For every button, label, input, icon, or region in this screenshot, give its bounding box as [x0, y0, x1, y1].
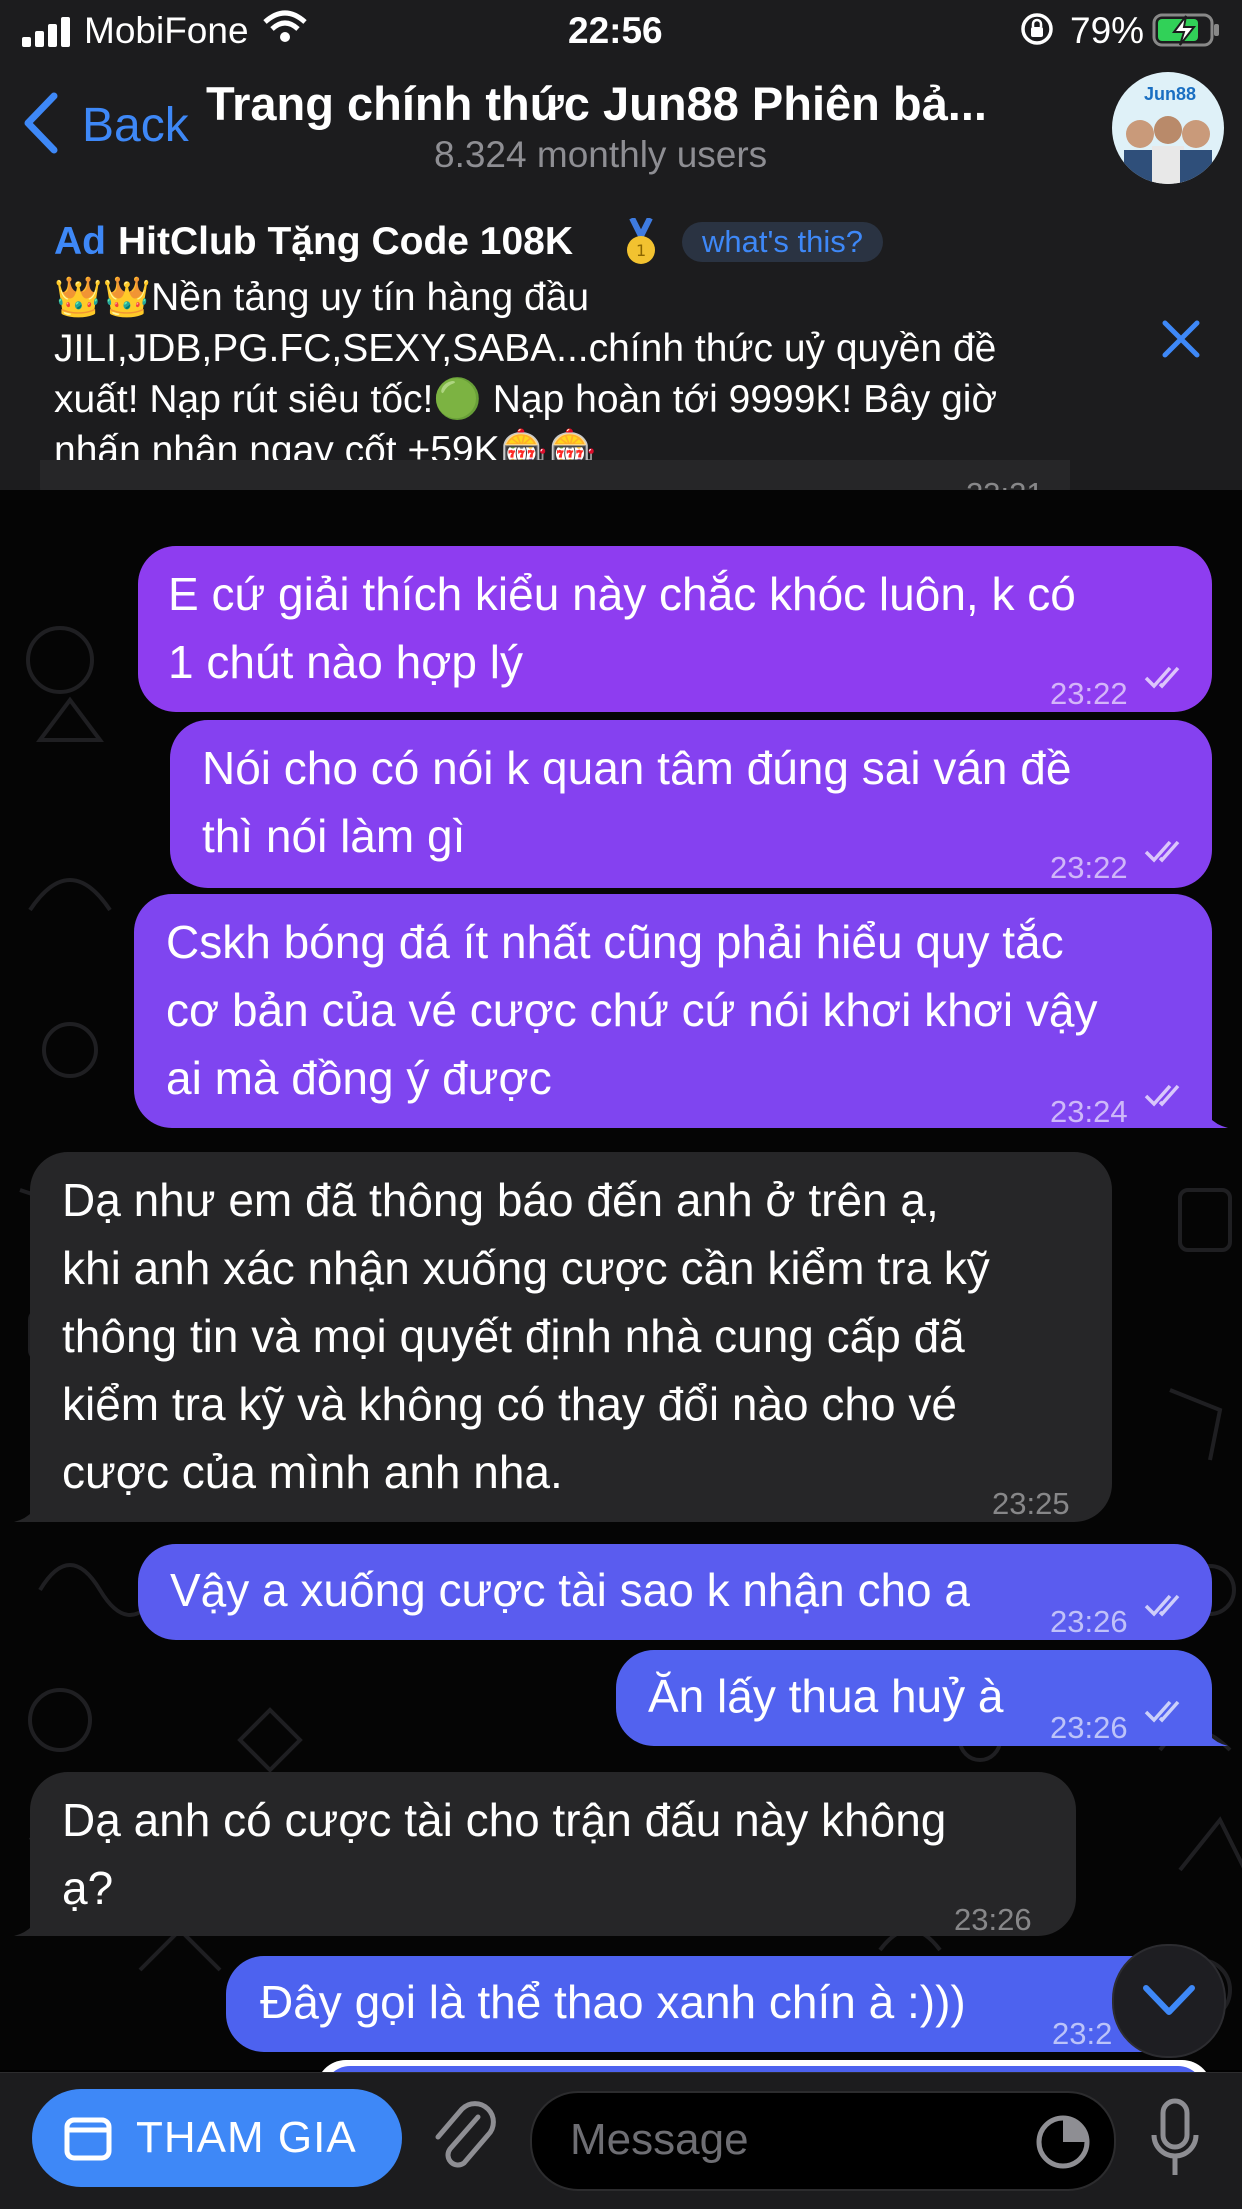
message-text: Ăn lấy thua huỷ à	[648, 1670, 1004, 1722]
chevron-down-icon	[1143, 1985, 1195, 2015]
sticker-icon[interactable]	[1034, 2113, 1092, 2171]
message-bubble-outgoing[interactable]: E cứ giải thích kiểu này chắc khóc luôn,…	[138, 546, 1212, 712]
carrier-name: MobiFone	[84, 10, 249, 51]
bubble-tail	[1200, 1096, 1228, 1128]
scroll-to-bottom-button[interactable]	[1112, 1944, 1226, 2058]
double-check-icon	[1144, 840, 1180, 863]
medal-icon: 1	[624, 216, 658, 268]
message-time: 23:22	[1050, 676, 1128, 711]
message-text: Nói cho có nói k quan tâm đúng sai ván đ…	[202, 742, 1072, 862]
message-text: Vậy a xuống cược tài sao k nhận cho a	[170, 1564, 970, 1616]
double-check-icon	[1144, 1700, 1180, 1723]
message-text: Dạ như em đã thông báo đến anh ở trên ạ,…	[62, 1174, 990, 1498]
message-time: 23:2	[1052, 2016, 1113, 2051]
message-time: 23:24	[1050, 1094, 1128, 1129]
message-text: E cứ giải thích kiểu này chắc khóc luôn,…	[168, 568, 1076, 688]
chat-mask	[0, 490, 1242, 526]
bubble-tail	[14, 1490, 42, 1522]
message-bubble-incoming[interactable]: Dạ như em đã thông báo đến anh ở trên ạ,…	[30, 1152, 1112, 1522]
battery-percent: 79%	[1070, 10, 1145, 51]
sponsored-ad[interactable]: Ad HitClub Tặng Code 108K 1 what's this?…	[0, 192, 1242, 491]
message-bubble-outgoing[interactable]: Nói cho có nói k quan tâm đúng sai ván đ…	[170, 720, 1212, 888]
message-input[interactable]: Message	[530, 2091, 1116, 2191]
double-check-icon	[1144, 1084, 1180, 1107]
rotation-lock-icon	[1020, 12, 1054, 46]
bottom-input-bar: THAM GIA Message	[0, 2072, 1242, 2209]
message-placeholder: Message	[570, 2115, 749, 2164]
chat-subtitle: 8.324 monthly users	[434, 134, 768, 175]
status-bar: MobiFone 22:56 79%	[0, 0, 1242, 62]
join-button[interactable]: THAM GIA	[32, 2089, 402, 2187]
message-bubble-outgoing[interactable]: Đây gọi là thể thao xanh chín à :))) 23:…	[226, 1956, 1212, 2052]
message-bubble-incoming[interactable]: Dạ anh có cược tài cho trận đấu này khôn…	[30, 1772, 1076, 1937]
message-time: 23:25	[992, 1486, 1070, 1521]
message-time: 23:26	[1050, 1710, 1128, 1745]
signal-icon	[22, 14, 74, 47]
message-bubble-outgoing[interactable]: Cskh bóng đá ít nhất cũng phải hiểu quy …	[134, 894, 1212, 1129]
ad-tag: Ad	[54, 220, 106, 263]
double-check-icon	[1144, 1594, 1180, 1617]
channel-avatar[interactable]: Jun88	[1112, 72, 1224, 184]
ad-text-line: JILI,JDB,PG.FC,SEXY,SABA...chính thức uỷ…	[54, 327, 997, 370]
message-text: Đây gọi là thể thao xanh chín à :)))	[260, 1976, 966, 2028]
double-check-icon	[1144, 666, 1180, 689]
clock: 22:56	[568, 10, 663, 51]
svg-text:1: 1	[636, 241, 646, 260]
bubble-tail	[1200, 1714, 1228, 1746]
attach-icon[interactable]	[428, 2097, 498, 2177]
bubble-tail	[14, 1904, 42, 1936]
join-label: THAM GIA	[136, 2113, 357, 2162]
back-chevron-icon[interactable]	[20, 92, 60, 154]
chat-title[interactable]: Trang chính thức Jun88 Phiên bả...	[206, 76, 987, 131]
message-time: 23:26	[1050, 1604, 1128, 1639]
message-bubble-outgoing[interactable]: Vậy a xuống cược tài sao k nhận cho a 23…	[138, 1544, 1212, 1640]
ad-text-line: 👑👑Nền tảng uy tín hàng đầu	[54, 276, 590, 319]
microphone-icon[interactable]	[1150, 2097, 1200, 2181]
battery-icon	[1152, 12, 1222, 48]
message-bubble-outgoing[interactable]: Ăn lấy thua huỷ à 23:26	[616, 1650, 1212, 1746]
whats-this-button[interactable]: what's this?	[682, 222, 883, 262]
ad-title: HitClub Tặng Code 108K	[118, 220, 574, 263]
back-button[interactable]: Back	[82, 98, 189, 153]
channel-icon	[64, 2117, 112, 2161]
close-icon[interactable]	[1160, 318, 1202, 360]
chat-header: Back Trang chính thức Jun88 Phiên bả... …	[0, 62, 1242, 193]
message-text: Cskh bóng đá ít nhất cũng phải hiểu quy …	[166, 916, 1098, 1104]
message-time: 23:22	[1050, 850, 1128, 885]
message-text: Dạ anh có cược tài cho trận đấu này khôn…	[62, 1794, 947, 1914]
message-time: 23:26	[954, 1902, 1032, 1937]
wifi-icon	[262, 10, 308, 44]
ad-text-line: xuất! Nạp rút siêu tốc!🟢 Nạp hoàn tới 99…	[54, 378, 998, 421]
